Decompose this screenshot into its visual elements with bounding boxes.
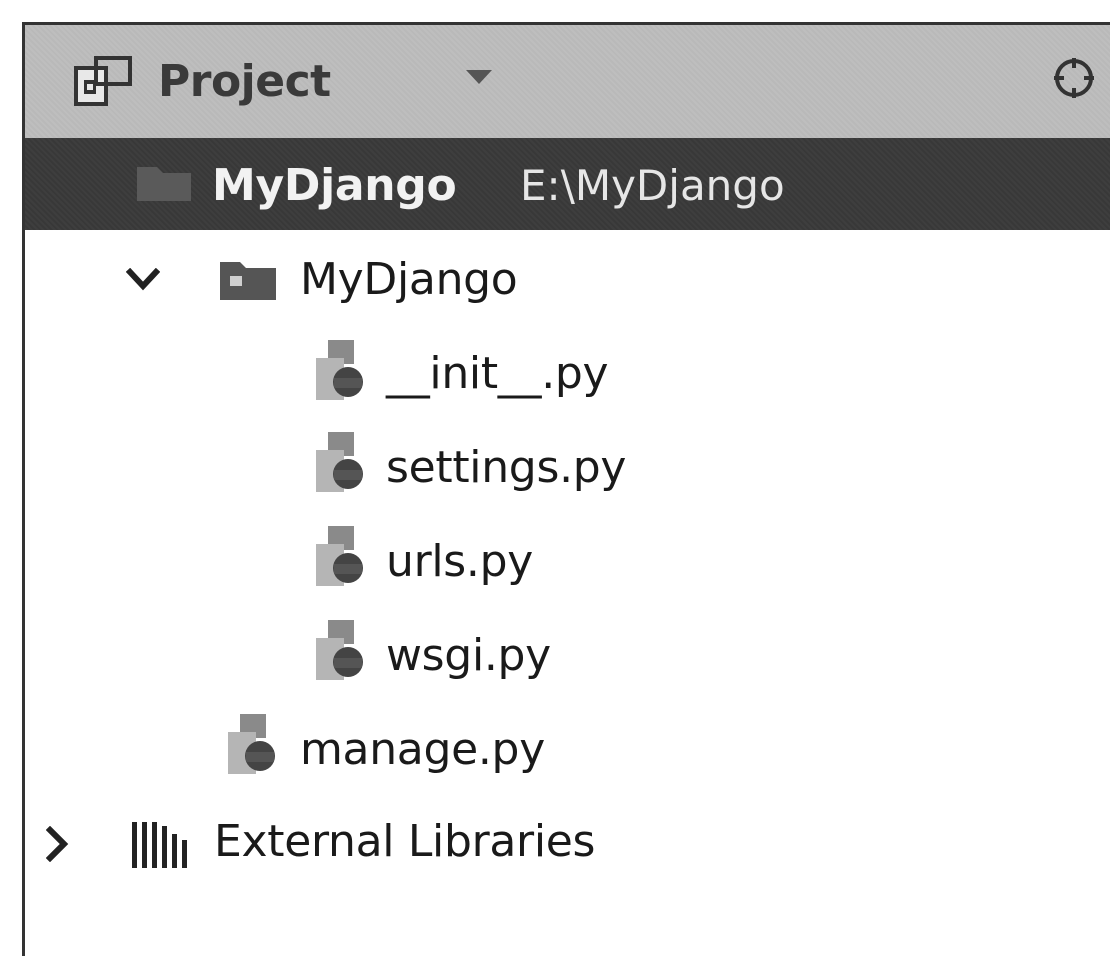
python-file-icon <box>316 432 363 492</box>
project-tool-window: Project MyDjango E:\MyDjango MyDjango __… <box>0 0 1110 956</box>
folder-icon <box>137 167 191 201</box>
python-file-icon <box>316 340 363 400</box>
python-file-icon <box>316 620 363 680</box>
tree-item-file[interactable]: manage.py <box>300 720 545 780</box>
tree-item-package[interactable]: MyDjango <box>300 250 518 310</box>
tree-item-external-libraries[interactable]: External Libraries <box>214 812 595 872</box>
project-panel-title[interactable]: Project <box>158 52 331 112</box>
target-icon[interactable] <box>1052 56 1096 100</box>
chevron-down-icon[interactable] <box>466 70 492 84</box>
python-file-icon <box>316 526 363 586</box>
folder-icon <box>220 262 276 300</box>
python-file-icon <box>228 714 275 774</box>
tree-root-name[interactable]: MyDjango <box>212 156 457 216</box>
libraries-icon <box>132 822 187 868</box>
project-panel-icon[interactable] <box>72 56 134 108</box>
tree-item-file[interactable]: __init__.py <box>386 344 609 404</box>
chevron-down-icon[interactable] <box>126 268 160 292</box>
tree-root-path: E:\MyDjango <box>520 161 785 210</box>
tree-item-file[interactable]: settings.py <box>386 438 626 498</box>
tree-item-file[interactable]: urls.py <box>386 532 533 592</box>
chevron-right-icon[interactable] <box>46 826 70 862</box>
tree-item-file[interactable]: wsgi.py <box>386 626 551 686</box>
